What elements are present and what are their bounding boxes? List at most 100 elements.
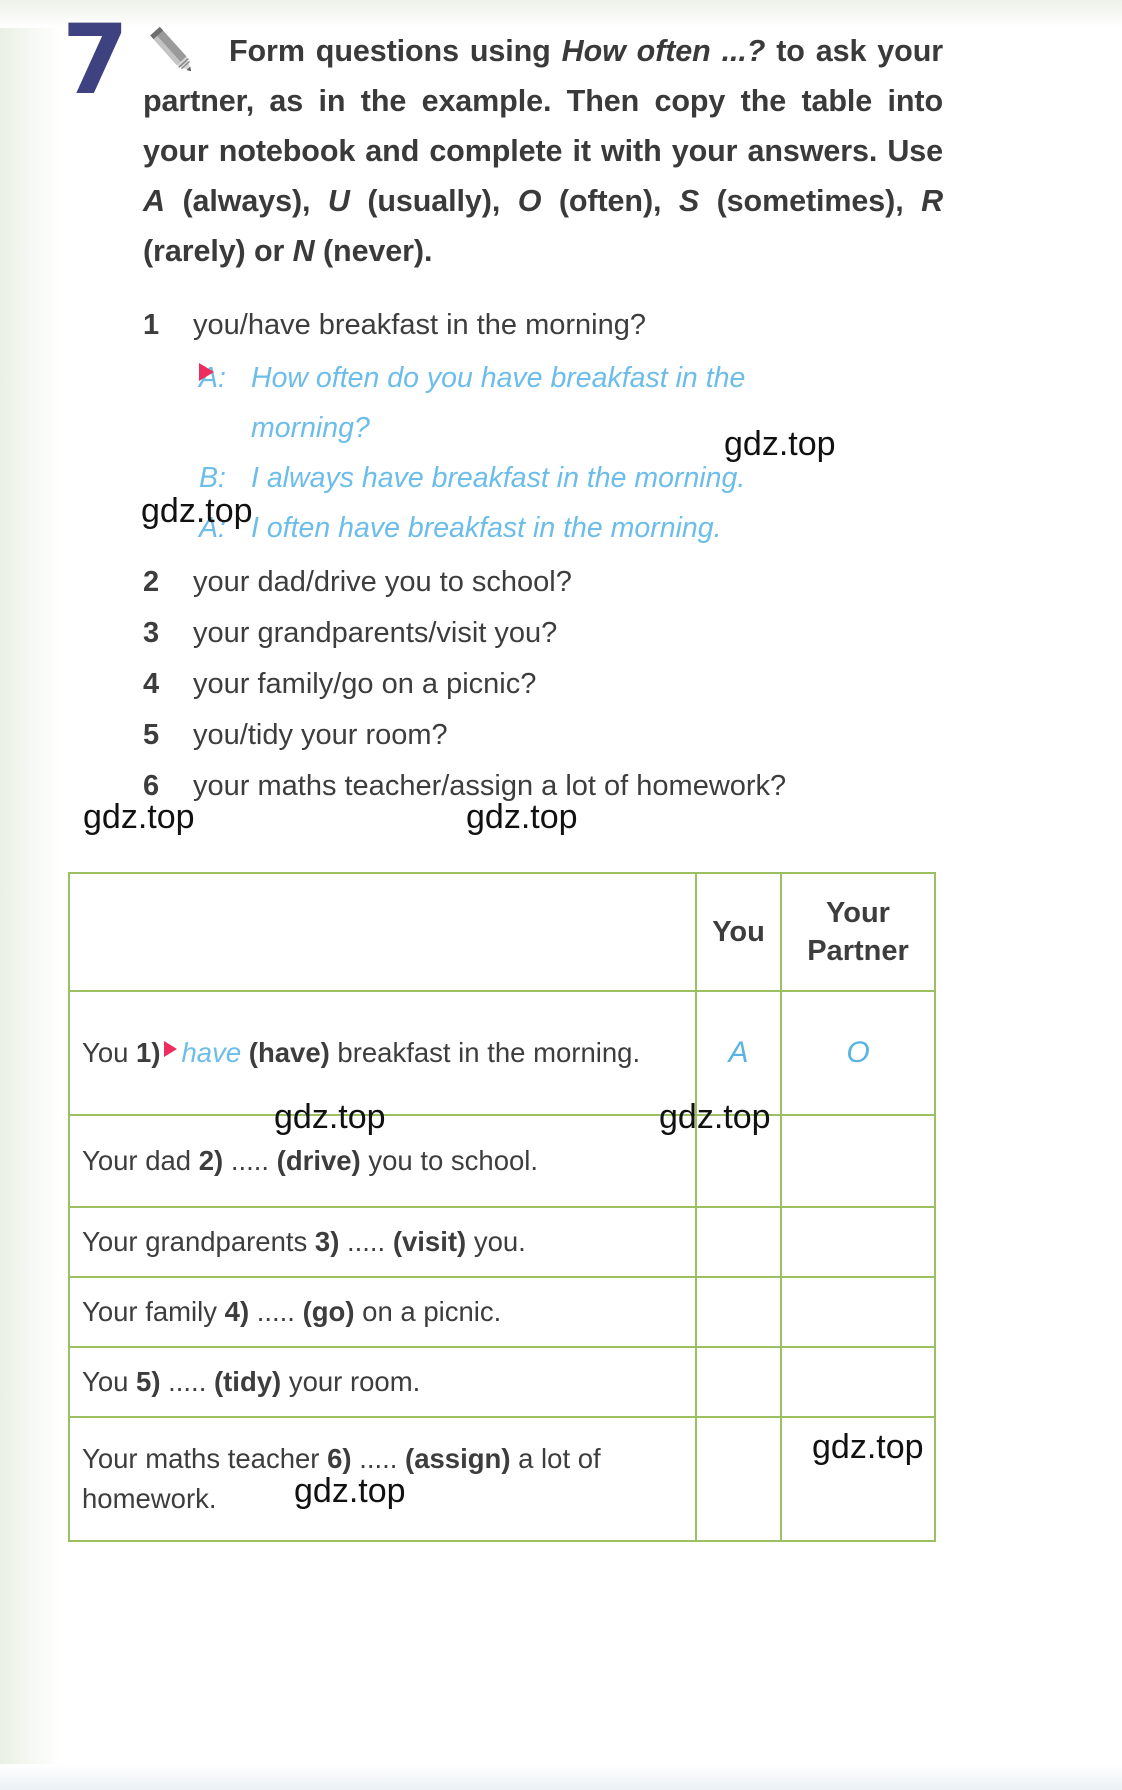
gap-number: 2): [198, 1145, 224, 1176]
heading-seg-11: O: [517, 184, 542, 218]
header-partner-line1: Your: [826, 897, 890, 929]
answers-table: You Your Partner You 1) have (have) break…: [68, 872, 936, 1542]
verb-prompt: (tidy): [213, 1366, 282, 1397]
question-number: 5: [143, 719, 160, 751]
answer-partner[interactable]: [780, 1206, 936, 1278]
answer-partner[interactable]: [780, 1346, 936, 1418]
heading-seg-8: (always),: [164, 184, 328, 218]
table-cell-sentence: You 1) have (have) breakfast in the morni…: [68, 990, 697, 1116]
verb-prompt: (have): [248, 1037, 330, 1068]
list-item: 4 your family/go on a picnic?: [143, 659, 953, 710]
verb-prompt: (drive): [276, 1145, 361, 1176]
watermark: gdz.top: [83, 798, 195, 836]
verb-prompt: (go): [302, 1296, 355, 1327]
heading-seg-3: to ask: [765, 34, 867, 68]
table-row: Your maths teacher 6) ..... (assign) a l…: [68, 1416, 936, 1542]
heading-seg-2: How often ...?: [561, 34, 766, 68]
sentence-post: breakfast in the morning.: [329, 1037, 641, 1068]
watermark: gdz.top: [812, 1428, 924, 1466]
heading-seg-16: (rarely) or: [143, 234, 293, 268]
answer-you[interactable]: [695, 1276, 782, 1348]
sentence-post: you to school.: [360, 1145, 539, 1176]
triangle-bullet-icon: [143, 353, 214, 403]
answer-partner[interactable]: [780, 1276, 936, 1348]
answer-gap: .....: [347, 1226, 386, 1257]
answer-gap: .....: [168, 1366, 207, 1397]
table-header-row: You Your Partner: [68, 872, 936, 992]
answer-you[interactable]: [695, 1346, 782, 1418]
worksheet-page: 7 Form questions using How often ...? to…: [0, 0, 1122, 1790]
gap-number: 4): [224, 1296, 250, 1327]
exercise-instructions: Form questions using How often ...? to a…: [143, 26, 943, 276]
answer-gap: .....: [359, 1443, 398, 1474]
question-text: your grandparents/visit you?: [193, 617, 558, 649]
list-item: 3 your grandparents/visit you?: [143, 608, 953, 659]
watermark: gdz.top: [724, 425, 836, 463]
table-header-you: You: [695, 872, 782, 992]
heading-seg-6: with your answers. Use: [601, 134, 943, 168]
watermark: gdz.top: [659, 1098, 771, 1136]
dialogue-text: I often have breakfast in the morning.: [251, 512, 722, 544]
question-number: 2: [143, 566, 160, 598]
answer-you[interactable]: [695, 1416, 782, 1542]
answer-partner[interactable]: [780, 1114, 936, 1208]
sentence-pre: Your dad: [82, 1145, 199, 1176]
sentence-post: on a picnic.: [354, 1296, 502, 1327]
heading-seg-15: R: [921, 184, 944, 218]
header-partner-line2: Partner: [807, 935, 909, 967]
verb-prompt: (visit): [392, 1226, 467, 1257]
watermark: gdz.top: [274, 1098, 386, 1136]
sentence-post: your room.: [281, 1366, 421, 1397]
watermark: gdz.top: [141, 492, 253, 530]
filled-answer: have: [181, 1037, 242, 1068]
answer-partner[interactable]: O: [846, 1036, 869, 1069]
table-cell-sentence: Your family 4) ..... (go) on a picnic.: [68, 1276, 697, 1348]
gap-number: 1): [136, 1037, 161, 1068]
triangle-bullet-icon: [163, 1041, 177, 1057]
table-row: Your family 4) ..... (go) on a picnic.: [68, 1276, 936, 1348]
watermark: gdz.top: [466, 798, 578, 836]
heading-seg-13: S: [678, 184, 700, 218]
exercise-number: 7: [62, 4, 129, 116]
dialogue-text: How often do you have breakfast in the: [251, 362, 746, 394]
heading-seg-10: (usually),: [349, 184, 501, 218]
list-item: 1 you/have breakfast in the morning?: [143, 300, 953, 351]
verb-prompt: (assign): [405, 1443, 511, 1474]
sentence-post: you.: [466, 1226, 526, 1257]
gap-number: 6): [327, 1443, 352, 1474]
heading-seg-9: U: [327, 184, 350, 218]
list-item: 2 your dad/drive you to school?: [143, 557, 953, 608]
sentence-pre: You: [82, 1366, 137, 1397]
answer-you[interactable]: [695, 1206, 782, 1278]
table-row: You 1) have (have) breakfast in the morni…: [68, 990, 936, 1116]
question-list: 1 you/have breakfast in the morning? A: …: [143, 300, 953, 812]
gap-number: 5): [136, 1366, 161, 1397]
heading-seg-12: (often),: [541, 184, 679, 218]
gap-number: 3): [314, 1226, 340, 1257]
sentence-pre: Your maths teacher: [82, 1443, 328, 1474]
answer-you[interactable]: A: [728, 1036, 748, 1069]
list-item: 5 you/tidy your room?: [143, 710, 953, 761]
dialogue-line: A: How often do you have breakfast in th…: [143, 353, 953, 403]
heading-seg-14: (sometimes),: [699, 184, 922, 218]
question-text: your dad/drive you to school?: [193, 566, 572, 598]
dialogue-text: I always have breakfast in the morning.: [251, 462, 746, 494]
sentence-pre: Your family: [82, 1296, 225, 1327]
answer-gap: .....: [230, 1145, 270, 1176]
dialogue-text: morning?: [251, 412, 370, 444]
table-cell-sentence: You 5) ..... (tidy) your room.: [68, 1346, 697, 1418]
watermark: gdz.top: [294, 1472, 406, 1510]
heading-seg-7: A: [143, 184, 165, 218]
table-header-your-partner: Your Partner: [780, 872, 936, 992]
table-row: Your dad 2) ..... (drive) you to school.: [68, 1114, 936, 1208]
heading-seg-17: N: [292, 234, 315, 268]
table-row: Your grandparents 3) ..... (visit) you.: [68, 1206, 936, 1278]
answer-gap: .....: [256, 1296, 295, 1327]
question-text: you/have breakfast in the morning?: [193, 309, 646, 341]
question-number: 1: [143, 309, 160, 341]
dialogue-line: A: I often have breakfast in the morning…: [143, 503, 953, 553]
question-number: 3: [143, 617, 160, 649]
question-text: you/tidy your room?: [193, 719, 448, 751]
question-number: 4: [143, 668, 160, 700]
table-header-blank: [68, 872, 697, 992]
